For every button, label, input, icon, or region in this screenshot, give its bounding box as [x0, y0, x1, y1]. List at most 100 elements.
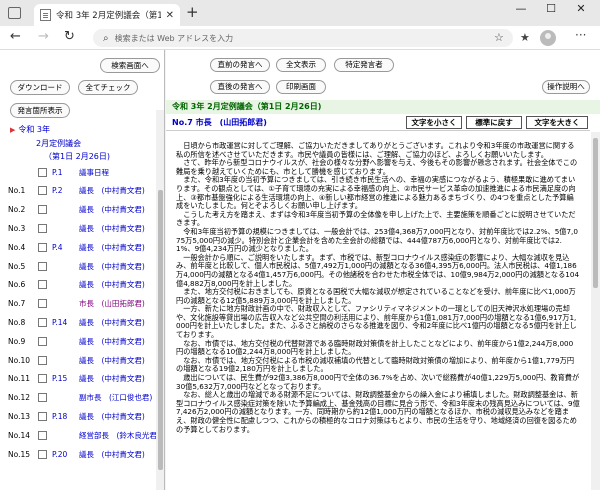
tab-close-icon[interactable]: ✕	[166, 10, 174, 21]
profile-avatar[interactable]	[540, 30, 556, 46]
item-number: No.11	[8, 374, 30, 384]
item-number: No.10	[8, 355, 30, 365]
expand-triangle-icon[interactable]: ▶	[10, 126, 15, 134]
left-scrollbar-thumb[interactable]	[158, 190, 163, 470]
item-speaker-link[interactable]: 副市長 (江口俊也君)	[79, 392, 152, 403]
forward-icon[interactable]: →	[38, 29, 49, 44]
list-item[interactable]: No.13 P.18 議長 (中村貴文君)	[0, 409, 164, 423]
list-item[interactable]: No.3 議長 (中村貴文君)	[0, 221, 164, 235]
right-scrollbar-thumb[interactable]	[593, 138, 598, 288]
new-tab-button[interactable]: +	[186, 3, 199, 21]
more-menu-icon[interactable]: ···	[575, 28, 586, 42]
print-screen-button[interactable]: 印刷画面	[276, 80, 326, 94]
list-item[interactable]: No.12 副市長 (江口俊也君)	[0, 391, 164, 405]
tree-day[interactable]: （第1日 2月26日)	[44, 151, 110, 162]
item-checkbox[interactable]	[38, 280, 47, 290]
browser-tab[interactable]: 令和 3年 2月定例議会（第1日 2月26日) ✕	[34, 4, 180, 26]
item-page-link[interactable]: P.20	[52, 450, 79, 459]
item-checkbox[interactable]	[38, 205, 47, 215]
text-larger-button[interactable]: 文字を大きく	[526, 116, 588, 129]
tab-actions-icon[interactable]	[8, 7, 21, 19]
item-page-link[interactable]: P.15	[52, 374, 79, 383]
prev-speaker-button[interactable]: 直前の発言へ	[210, 58, 270, 72]
list-item[interactable]: No.15 P.20 議長 (中村貴文君)	[0, 447, 164, 461]
list-item[interactable]: No.9 議長 (中村貴文君)	[0, 334, 164, 348]
list-item[interactable]: No.11 P.15 議長 (中村貴文君)	[0, 372, 164, 386]
text-smaller-button[interactable]: 文字を小さく	[406, 116, 462, 129]
item-number: No.1	[8, 186, 26, 196]
address-bar[interactable]: ⌕ 検索または Web アドレスを入力	[93, 29, 513, 47]
maximize-button[interactable]: ☐	[536, 2, 566, 15]
item-speaker-link[interactable]: 議長 (中村貴文君)	[79, 411, 145, 422]
item-checkbox[interactable]	[38, 223, 47, 233]
item-checkbox[interactable]	[38, 393, 47, 403]
tree-session[interactable]: 2月定例議会	[36, 138, 81, 149]
item-speaker-link[interactable]: 議長 (中村貴文君)	[79, 449, 145, 460]
item-speaker-link[interactable]: 議長 (中村貴文君)	[79, 204, 145, 215]
back-icon[interactable]: ←	[10, 29, 21, 44]
item-number: No.3	[8, 223, 26, 233]
help-button[interactable]: 操作説明へ	[542, 80, 590, 94]
page-icon	[40, 9, 51, 21]
item-checkbox[interactable]	[38, 355, 47, 365]
item-speaker-link[interactable]: 議長 (中村貴文君)	[79, 242, 145, 253]
item-checkbox[interactable]	[38, 186, 47, 196]
show-all-button[interactable]: 全文表示	[276, 58, 326, 72]
tree-year[interactable]: ▶ 令和 3年	[10, 124, 50, 135]
list-item[interactable]: No.6 議長 (中村貴文君)	[0, 278, 164, 292]
favorite-star-icon[interactable]: ☆	[494, 31, 504, 44]
item-checkbox[interactable]	[38, 317, 47, 327]
item-checkbox[interactable]	[38, 411, 47, 421]
item-page-link[interactable]: P.1	[52, 168, 79, 177]
item-checkbox[interactable]	[38, 261, 47, 271]
item-speaker-link[interactable]: 議長 (中村貴文君)	[79, 373, 145, 384]
minimize-button[interactable]: —	[506, 2, 536, 15]
search-screen-button[interactable]: 検索画面へ	[100, 58, 160, 73]
item-checkbox[interactable]	[38, 374, 47, 384]
item-checkbox[interactable]	[38, 430, 47, 440]
close-window-button[interactable]: ✕	[566, 2, 596, 15]
list-item[interactable]: No.2 議長 (中村貴文君)	[0, 203, 164, 217]
check-all-button[interactable]: 全てチェック	[78, 80, 138, 95]
list-item[interactable]: No.7 市長 (山田拓郎君)	[0, 297, 164, 311]
item-speaker-link[interactable]: 議長 (中村貴文君)	[79, 223, 145, 234]
item-page-link[interactable]: P.14	[52, 318, 79, 327]
text-standard-button[interactable]: 標準に戻す	[466, 116, 522, 129]
list-item[interactable]: P.1 議事日程	[0, 165, 164, 179]
list-item[interactable]: No.1 P.2 議長 (中村貴文君)	[0, 184, 164, 198]
next-speaker-button[interactable]: 直後の発言へ	[210, 80, 270, 94]
list-item[interactable]: No.5 議長 (中村貴文君)	[0, 259, 164, 273]
item-number: No.6	[8, 280, 26, 290]
download-button[interactable]: ダウンロード	[10, 80, 70, 95]
item-checkbox[interactable]	[38, 167, 47, 177]
left-scrollbar[interactable]	[156, 110, 164, 490]
item-checkbox[interactable]	[38, 242, 47, 252]
item-checkbox[interactable]	[38, 449, 47, 459]
right-scrollbar[interactable]	[591, 132, 600, 490]
item-speaker-link[interactable]: 議長 (中村貴文君)	[79, 185, 145, 196]
list-item[interactable]: No.4 P.4 議長 (中村貴文君)	[0, 240, 164, 254]
item-page-link[interactable]: P.18	[52, 412, 79, 421]
list-item[interactable]: No.8 P.14 議長 (中村貴文君)	[0, 315, 164, 329]
speaker-display-button[interactable]: 発言箇所表示	[10, 103, 70, 118]
list-item[interactable]: No.10 議長 (中村貴文君)	[0, 353, 164, 367]
browser-toolbar: ← → ↻ ⌕ 検索または Web アドレスを入力 ☆ ★ ···	[0, 26, 600, 50]
collections-icon[interactable]: ★	[520, 31, 530, 44]
item-page-link[interactable]: P.2	[52, 186, 79, 195]
item-speaker-link[interactable]: 議長 (中村貴文君)	[79, 317, 145, 328]
item-checkbox[interactable]	[38, 336, 47, 346]
item-page-link[interactable]: P.4	[52, 243, 79, 252]
item-speaker-link[interactable]: 議事日程	[79, 167, 109, 178]
specific-speaker-button[interactable]: 特定発言者	[334, 58, 394, 72]
item-speaker-link[interactable]: 議長 (中村貴文君)	[79, 279, 145, 290]
refresh-icon[interactable]: ↻	[64, 29, 75, 44]
item-number: No.5	[8, 261, 26, 271]
item-speaker-link[interactable]: 経営部長 (鈴木良光君)	[79, 430, 160, 441]
item-number: No.12	[8, 393, 30, 403]
item-speaker-link[interactable]: 市長 (山田拓郎君)	[79, 298, 145, 309]
list-item[interactable]: No.14 経営部長 (鈴木良光君)	[0, 428, 164, 442]
item-speaker-link[interactable]: 議長 (中村貴文君)	[79, 336, 145, 347]
item-checkbox[interactable]	[38, 299, 47, 309]
item-speaker-link[interactable]: 議長 (中村貴文君)	[79, 355, 145, 366]
item-speaker-link[interactable]: 議長 (中村貴文君)	[79, 261, 145, 272]
